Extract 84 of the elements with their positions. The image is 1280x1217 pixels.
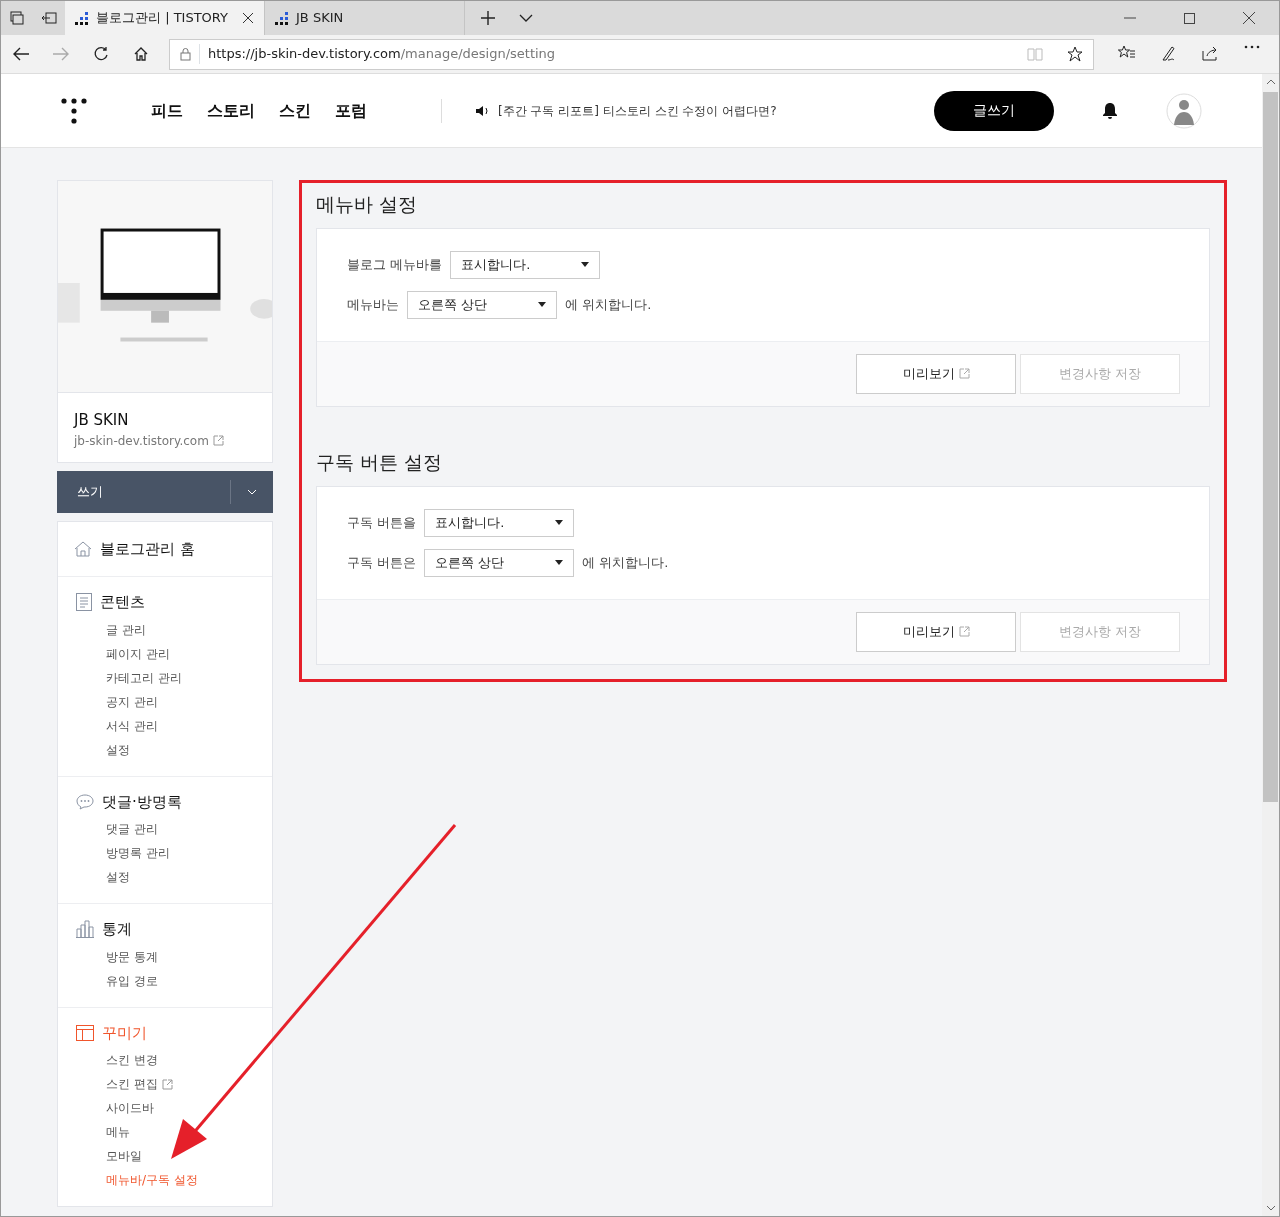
- lock-icon: [180, 47, 191, 61]
- close-icon[interactable]: [242, 12, 254, 24]
- favorites-icon[interactable]: [1118, 45, 1136, 61]
- scrollbar-thumb[interactable]: [1263, 92, 1278, 802]
- save-button: 변경사항 저장: [1020, 611, 1180, 652]
- field-label: 블로그 메뉴바를: [347, 256, 443, 275]
- dropdown-select[interactable]: 오른쪽 상단: [424, 548, 575, 577]
- sidebar-section-title[interactable]: 통계: [102, 918, 132, 941]
- tabs-icon[interactable]: [10, 11, 24, 25]
- external-link-icon: [958, 368, 970, 380]
- notice-link[interactable]: [주간 구독 리포트] 티스토리 스킨 수정이 어렵다면?: [498, 101, 777, 120]
- sidebar-item[interactable]: 스킨 변경: [76, 1048, 158, 1072]
- preview-button[interactable]: 미리보기: [856, 611, 1016, 652]
- save-button: 변경사항 저장: [1020, 353, 1180, 394]
- blog-url-link[interactable]: jb-skin-dev.tistory.com: [74, 431, 209, 450]
- field-label: 구독 버튼을: [347, 513, 417, 532]
- document-icon: [76, 593, 92, 612]
- caret-down-icon: [555, 520, 564, 526]
- sidebar-item[interactable]: 설정: [76, 865, 130, 889]
- share-icon[interactable]: [1202, 45, 1220, 61]
- dropdown-select[interactable]: 오른쪽 상단: [407, 290, 557, 319]
- back-icon[interactable]: [12, 47, 30, 61]
- section-title: 메뉴바 설정: [316, 193, 419, 216]
- speech-bubble-icon: [76, 793, 94, 810]
- refresh-icon[interactable]: [93, 46, 109, 62]
- sidebar-item[interactable]: 공지 관리: [76, 689, 158, 714]
- more-icon[interactable]: [1244, 45, 1260, 49]
- avatar-icon[interactable]: [1166, 92, 1202, 129]
- caret-down-icon: [555, 560, 564, 566]
- field-label: 에 위치합니다.: [565, 296, 652, 315]
- sidebar-item[interactable]: 블로그관리 홈: [100, 537, 195, 560]
- chevron-down-icon[interactable]: [519, 14, 533, 22]
- sidebar-item[interactable]: 메뉴바/구독 설정: [76, 1168, 198, 1192]
- field-label: 에 위치합니다.: [582, 553, 669, 572]
- tistory-favicon-icon: [75, 11, 88, 25]
- sidebar-item[interactable]: 사이드바: [76, 1096, 154, 1120]
- write-button[interactable]: 글쓰기: [934, 90, 1054, 131]
- nav-link[interactable]: 피드: [151, 98, 183, 123]
- sidebar-item[interactable]: 댓글 관리: [76, 817, 158, 841]
- sidebar-item[interactable]: 카테고리 관리: [76, 665, 182, 690]
- caret-down-icon: [538, 302, 546, 308]
- new-tab-icon[interactable]: [481, 11, 495, 25]
- write-button[interactable]: 쓰기: [57, 470, 273, 513]
- home-icon[interactable]: [133, 46, 149, 62]
- sidebar-item[interactable]: 설정: [76, 737, 130, 762]
- layout-icon: [76, 1024, 94, 1041]
- close-icon[interactable]: [1243, 12, 1255, 24]
- scroll-up-icon[interactable]: [1265, 78, 1276, 86]
- set-aside-tabs-icon[interactable]: [41, 11, 57, 25]
- star-icon[interactable]: [1067, 46, 1083, 62]
- speaker-icon: [476, 104, 490, 117]
- dropdown-select[interactable]: 표시합니다.: [424, 508, 575, 537]
- sidebar-item[interactable]: 스킨 편집: [76, 1072, 158, 1096]
- preview-button[interactable]: 미리보기: [856, 353, 1016, 394]
- bell-icon[interactable]: [1102, 101, 1118, 120]
- caret-down-icon: [581, 262, 590, 268]
- section-title: 구독 버튼 설정: [316, 450, 444, 474]
- external-link-icon: [212, 435, 224, 446]
- sidebar-item[interactable]: 모바일: [76, 1144, 142, 1168]
- tistory-favicon-icon: [275, 11, 288, 25]
- dropdown-select[interactable]: 표시합니다.: [450, 250, 601, 279]
- field-label: 구독 버튼은: [347, 553, 417, 572]
- field-label: 메뉴바는: [347, 296, 399, 315]
- sidebar-section-title[interactable]: 댓글·방명록: [102, 790, 182, 813]
- sidebar-section-title[interactable]: 콘텐츠: [100, 591, 145, 614]
- sidebar-item[interactable]: 유입 경로: [76, 968, 158, 993]
- sidebar-item[interactable]: 메뉴: [76, 1120, 130, 1144]
- sidebar-item[interactable]: 서식 관리: [76, 713, 158, 738]
- bar-chart-icon: [76, 920, 94, 939]
- nav-link[interactable]: 스킨: [279, 98, 311, 123]
- scroll-down-icon[interactable]: [1265, 1204, 1276, 1212]
- sidebar-item[interactable]: 방문 통계: [76, 944, 158, 969]
- sidebar-item[interactable]: 페이지 관리: [76, 641, 170, 666]
- browser-tab[interactable]: 블로그관리 | TISTORY: [65, 1, 265, 35]
- home-icon: [74, 540, 92, 557]
- logo-icon[interactable]: [61, 97, 87, 124]
- external-link-icon: [958, 626, 970, 638]
- sidebar-item[interactable]: 방명록 관리: [76, 841, 170, 865]
- blog-name: JB SKIN: [74, 410, 130, 431]
- sidebar-item[interactable]: 글 관리: [76, 617, 146, 642]
- pen-icon[interactable]: [1160, 45, 1178, 63]
- nav-link[interactable]: 스토리: [207, 98, 255, 123]
- maximize-icon[interactable]: [1184, 12, 1195, 24]
- nav-link[interactable]: 포럼: [335, 98, 367, 123]
